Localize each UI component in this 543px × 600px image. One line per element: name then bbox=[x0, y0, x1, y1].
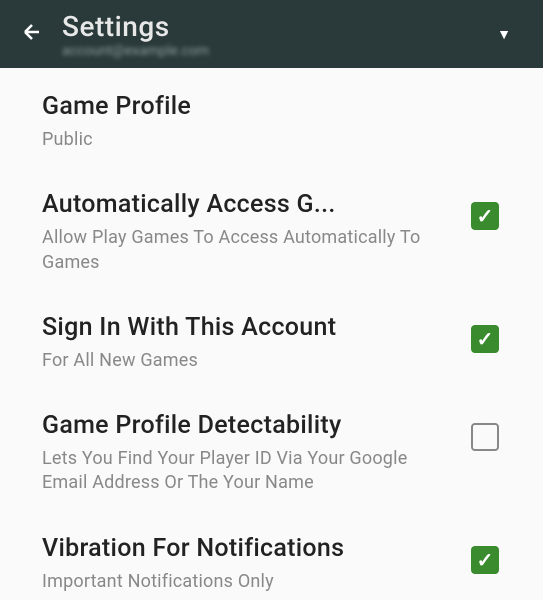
account-dropdown[interactable]: ▼ bbox=[497, 26, 511, 43]
setting-game-profile[interactable]: Game Profile Public bbox=[42, 92, 523, 152]
checkbox-auto-access[interactable]: ✓ bbox=[471, 202, 499, 230]
setting-subtitle: Allow Play Games To Access Automatically… bbox=[42, 226, 451, 275]
setting-text: Sign In With This Account For All New Ga… bbox=[42, 313, 471, 373]
setting-title: Game Profile bbox=[42, 92, 523, 122]
header-title-group: Settings account@example.com bbox=[62, 10, 477, 59]
setting-text: Automatically Access G... Allow Play Gam… bbox=[42, 190, 471, 275]
setting-title: Automatically Access G... bbox=[42, 190, 451, 220]
setting-sign-in-account[interactable]: Sign In With This Account For All New Ga… bbox=[42, 313, 523, 373]
checkbox-vibration[interactable]: ✓ bbox=[471, 546, 499, 574]
checkmark-icon: ✓ bbox=[477, 206, 494, 226]
account-email: account@example.com bbox=[62, 43, 477, 59]
setting-subtitle: Important Notifications Only bbox=[42, 570, 451, 594]
checkbox-sign-in-account[interactable]: ✓ bbox=[471, 325, 499, 353]
setting-profile-detectability[interactable]: Game Profile Detectability Lets You Find… bbox=[42, 411, 523, 496]
setting-title: Sign In With This Account bbox=[42, 313, 451, 343]
checkbox-profile-detectability[interactable] bbox=[471, 423, 499, 451]
setting-vibration[interactable]: Vibration For Notifications Important No… bbox=[42, 534, 523, 594]
settings-list: Game Profile Public Automatically Access… bbox=[0, 68, 543, 594]
setting-subtitle: For All New Games bbox=[42, 349, 451, 373]
setting-title: Game Profile Detectability bbox=[42, 411, 451, 441]
setting-subtitle: Lets You Find Your Player ID Via Your Go… bbox=[42, 447, 451, 496]
app-header: Settings account@example.com ▼ bbox=[0, 0, 543, 68]
checkmark-icon: ✓ bbox=[477, 550, 494, 570]
back-button[interactable] bbox=[12, 10, 52, 59]
checkmark-icon: ✓ bbox=[477, 329, 494, 349]
setting-text: Vibration For Notifications Important No… bbox=[42, 534, 471, 594]
setting-auto-access[interactable]: Automatically Access G... Allow Play Gam… bbox=[42, 190, 523, 275]
setting-subtitle: Public bbox=[42, 128, 523, 152]
setting-title: Vibration For Notifications bbox=[42, 534, 451, 564]
setting-text: Game Profile Detectability Lets You Find… bbox=[42, 411, 471, 496]
page-title: Settings bbox=[62, 10, 477, 43]
setting-text: Game Profile Public bbox=[42, 92, 523, 152]
